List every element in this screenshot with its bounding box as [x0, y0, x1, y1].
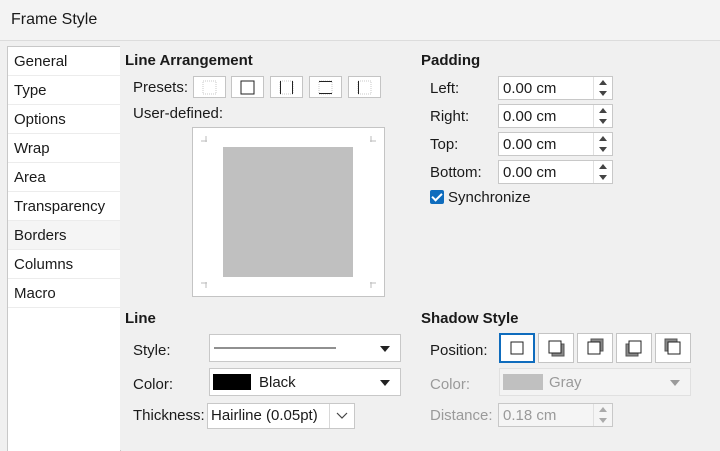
- preset-border-top-bottom-button[interactable]: [309, 76, 342, 98]
- preset-border-none-button[interactable]: [193, 76, 226, 98]
- line-color-label: Color:: [133, 376, 174, 393]
- border-left-icon: [357, 80, 372, 95]
- padding-top-label: Top:: [430, 136, 459, 153]
- padding-title: Padding: [421, 52, 481, 69]
- decrement-icon: [599, 91, 607, 96]
- border-all-icon: [240, 80, 255, 95]
- color-swatch: [503, 374, 543, 390]
- shadow-style-title: Shadow Style: [421, 310, 519, 327]
- sidebar-item-general[interactable]: General: [8, 47, 120, 76]
- padding-top-spinbox[interactable]: 0.00 cm: [498, 132, 613, 156]
- line-style-dropdown[interactable]: [209, 334, 401, 362]
- shadow-top-right-button[interactable]: [577, 333, 613, 363]
- solid-line-icon: [214, 347, 336, 349]
- increment-icon: [599, 136, 607, 141]
- sidebar-item-macro[interactable]: Macro: [8, 279, 120, 308]
- shadow-color-label: Color:: [430, 376, 471, 393]
- line-style-label: Style:: [133, 342, 171, 359]
- title-bar: Frame Style: [0, 0, 720, 41]
- sidebar: General Type Options Wrap Area Transpare…: [7, 46, 121, 451]
- synchronize-label[interactable]: Synchronize: [448, 189, 531, 206]
- preset-border-left-right-button[interactable]: [270, 76, 303, 98]
- shadow-top-right-icon: [587, 338, 604, 355]
- preview-frame: [223, 147, 353, 277]
- padding-bottom-spinbox[interactable]: 0.00 cm: [498, 160, 613, 184]
- padding-right-value: 0.00 cm: [503, 108, 557, 125]
- line-arrangement-title: Line Arrangement: [125, 52, 253, 69]
- shadow-top-left-icon: [664, 338, 681, 355]
- shadow-distance-arrows[interactable]: [593, 404, 612, 426]
- shadow-bottom-left-button[interactable]: [616, 333, 652, 363]
- preset-border-left-button[interactable]: [348, 76, 381, 98]
- sidebar-item-columns[interactable]: Columns: [8, 250, 120, 279]
- border-top-bottom-icon: [318, 80, 333, 95]
- sidebar-item-area[interactable]: Area: [8, 163, 120, 192]
- chevron-down-icon: [336, 412, 348, 419]
- line-thickness-combobox[interactable]: Hairline (0.05pt): [207, 403, 355, 429]
- shadow-color-value: Gray: [549, 374, 582, 391]
- decrement-icon: [599, 119, 607, 124]
- thickness-dropdown-button[interactable]: [329, 404, 354, 428]
- padding-bottom-arrows[interactable]: [593, 161, 612, 183]
- padding-right-label: Right:: [430, 108, 470, 125]
- padding-bottom-label: Bottom:: [430, 164, 482, 181]
- sidebar-item-type[interactable]: Type: [8, 76, 120, 105]
- shadow-none-button[interactable]: [499, 333, 535, 363]
- padding-left-arrows[interactable]: [593, 77, 612, 99]
- shadow-bottom-right-icon: [548, 340, 565, 357]
- border-left-right-icon: [279, 80, 294, 95]
- decrement-icon: [599, 175, 607, 180]
- user-defined-label: User-defined:: [133, 105, 224, 122]
- shadow-distance-label: Distance:: [430, 407, 493, 424]
- padding-top-value: 0.00 cm: [503, 136, 557, 153]
- shadow-color-dropdown[interactable]: Gray: [499, 368, 691, 396]
- padding-bottom-value: 0.00 cm: [503, 164, 557, 181]
- padding-right-arrows[interactable]: [593, 105, 612, 127]
- shadow-position-label: Position:: [430, 342, 488, 359]
- shadow-distance-spinbox[interactable]: 0.18 cm: [498, 403, 613, 427]
- increment-icon: [599, 164, 607, 169]
- border-none-icon: [202, 80, 217, 95]
- increment-icon: [599, 108, 607, 113]
- color-swatch: [213, 374, 251, 390]
- shadow-bottom-right-button[interactable]: [538, 333, 574, 363]
- padding-right-spinbox[interactable]: 0.00 cm: [498, 104, 613, 128]
- shadow-bottom-left-icon: [625, 340, 642, 357]
- presets-label: Presets:: [133, 79, 189, 96]
- padding-left-spinbox[interactable]: 0.00 cm: [498, 76, 613, 100]
- shadow-top-left-button[interactable]: [655, 333, 691, 363]
- chevron-down-icon: [670, 380, 680, 386]
- chevron-down-icon: [380, 346, 390, 352]
- preset-border-all-button[interactable]: [231, 76, 264, 98]
- padding-left-value: 0.00 cm: [503, 80, 557, 97]
- sidebar-item-borders[interactable]: Borders: [8, 221, 120, 250]
- increment-icon: [599, 407, 607, 412]
- line-color-value: Black: [259, 374, 296, 391]
- sidebar-item-wrap[interactable]: Wrap: [8, 134, 120, 163]
- no-shadow-icon: [510, 341, 524, 355]
- line-title: Line: [125, 310, 156, 327]
- line-color-dropdown[interactable]: Black: [209, 368, 401, 396]
- increment-icon: [599, 80, 607, 85]
- padding-left-label: Left:: [430, 80, 460, 97]
- chevron-down-icon: [380, 380, 390, 386]
- decrement-icon: [599, 418, 607, 423]
- border-preview[interactable]: [192, 127, 385, 297]
- sidebar-item-transparency[interactable]: Transparency: [8, 192, 120, 221]
- padding-top-arrows[interactable]: [593, 133, 612, 155]
- line-thickness-label: Thickness:: [133, 407, 205, 424]
- synchronize-checkbox[interactable]: [430, 190, 444, 204]
- line-thickness-value: Hairline (0.05pt): [211, 407, 318, 424]
- sidebar-item-options[interactable]: Options: [8, 105, 120, 134]
- shadow-distance-value: 0.18 cm: [503, 407, 557, 424]
- window-title: Frame Style: [11, 11, 98, 28]
- decrement-icon: [599, 147, 607, 152]
